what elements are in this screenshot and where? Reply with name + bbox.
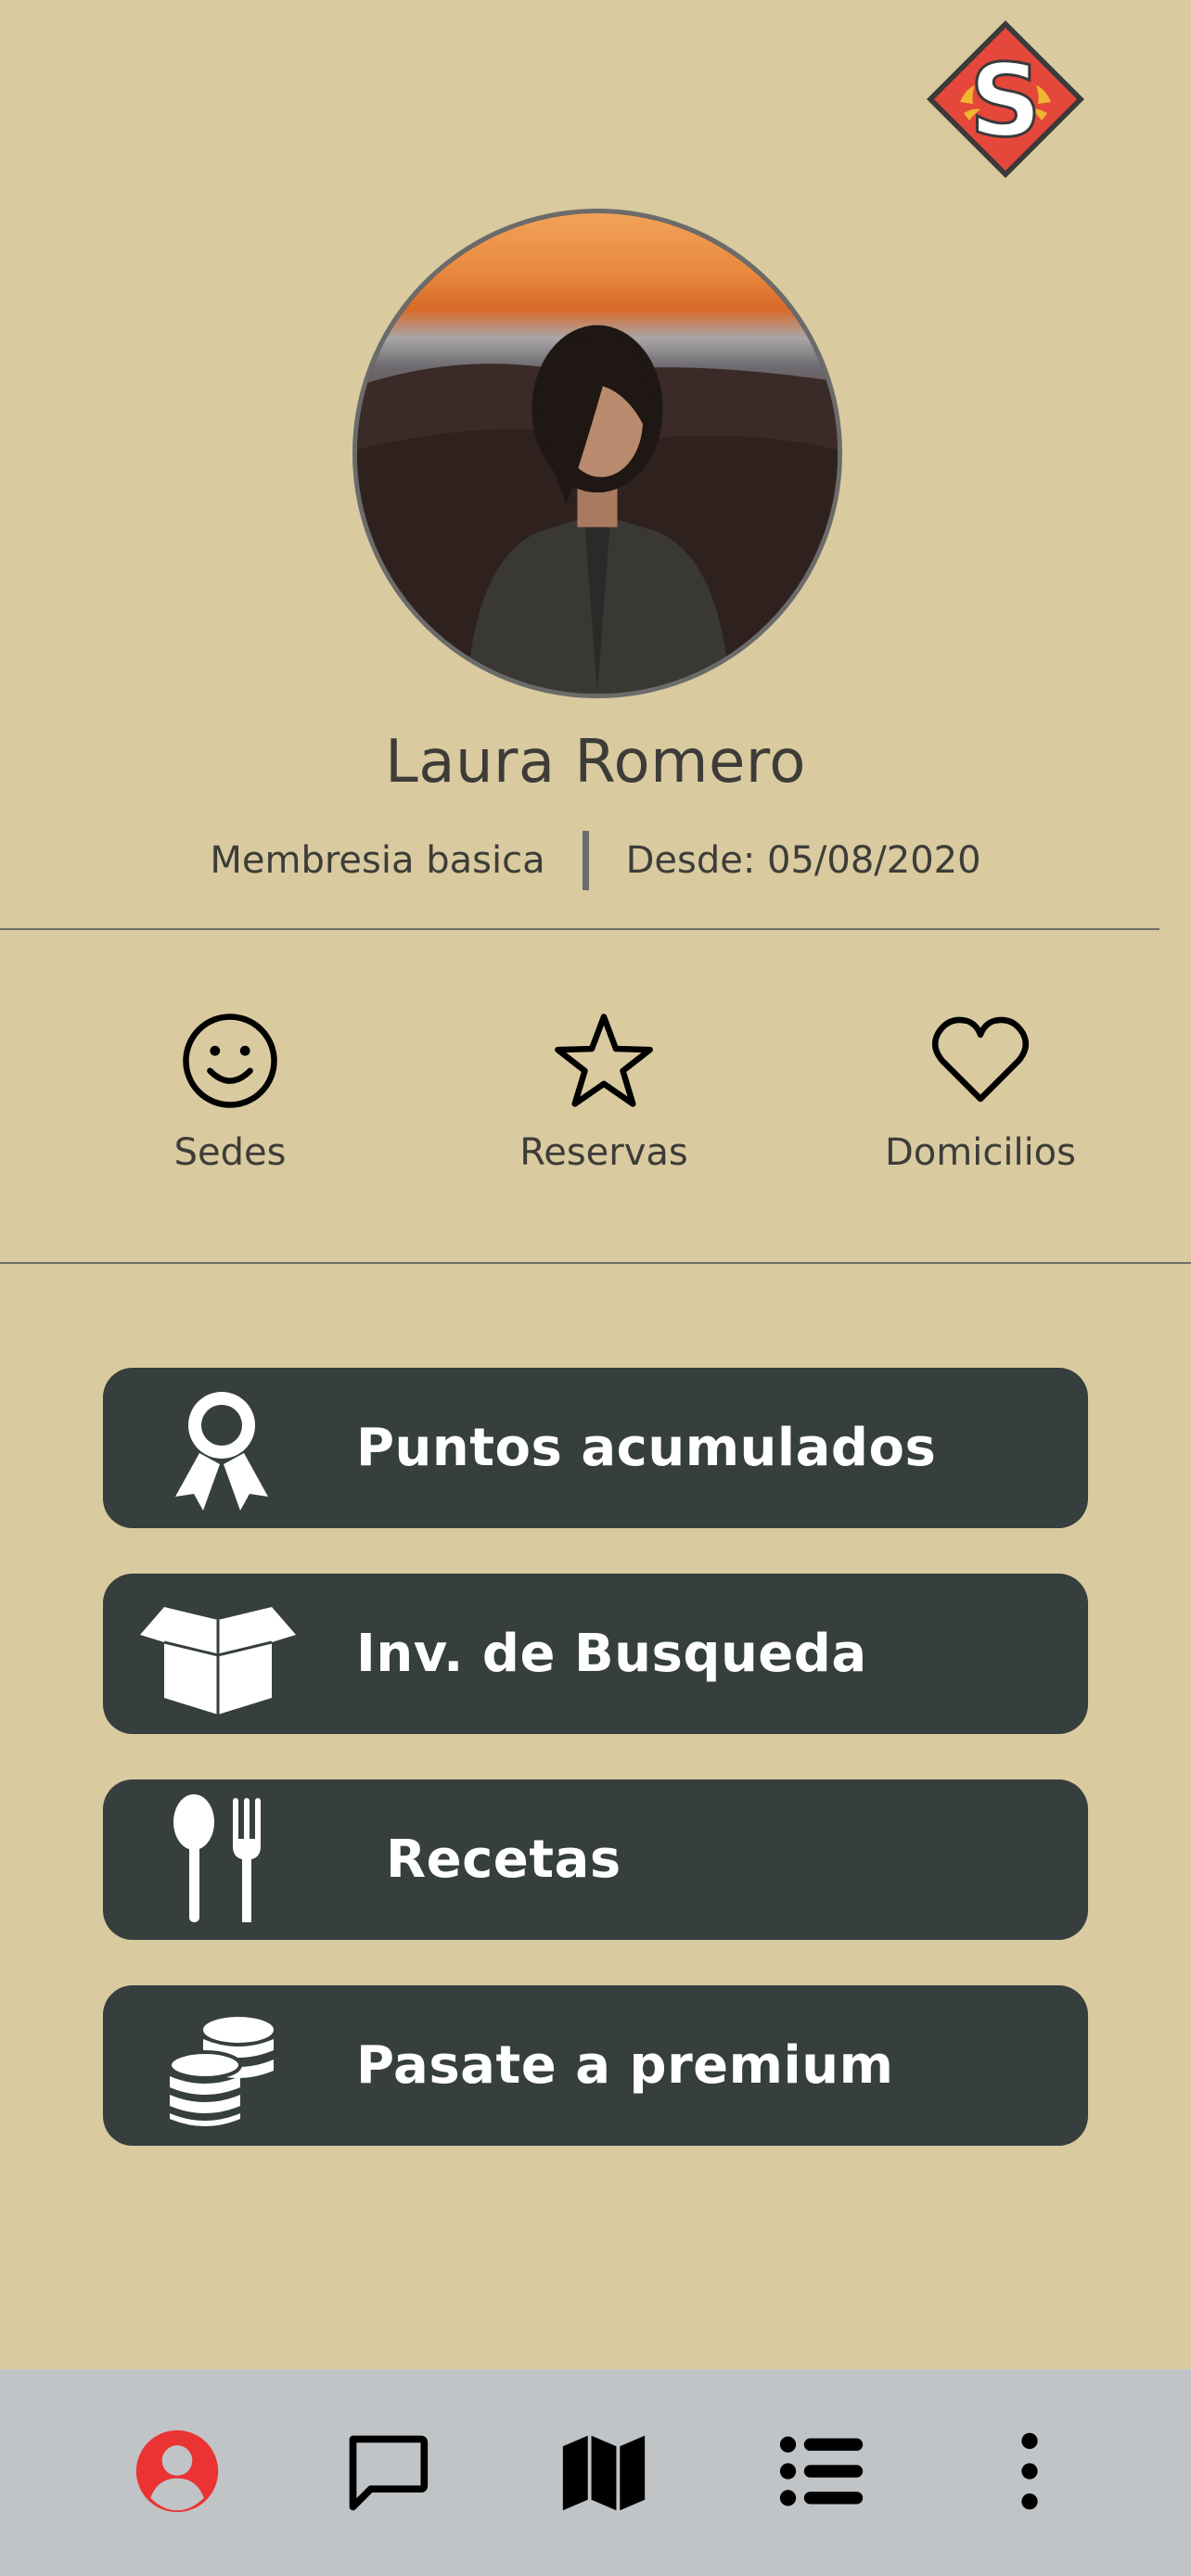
heart-icon xyxy=(931,1016,1030,1103)
svg-text:S: S xyxy=(969,44,1042,159)
map-icon xyxy=(562,2435,646,2511)
quick-action-label: Reservas xyxy=(519,1131,688,1174)
recetas-button[interactable]: Recetas xyxy=(103,1779,1088,1940)
bottom-navigation xyxy=(0,2369,1191,2576)
menu-label: Puntos acumulados xyxy=(356,1418,937,1478)
meta-separator xyxy=(582,831,589,890)
nav-profile[interactable] xyxy=(122,2416,233,2527)
nav-more[interactable] xyxy=(974,2416,1085,2527)
user-name: Laura Romero xyxy=(385,728,806,797)
quick-action-label: Sedes xyxy=(173,1131,287,1174)
menu-label: Inv. de Busqueda xyxy=(356,1624,867,1684)
quick-action-label: Domicilios xyxy=(885,1131,1076,1174)
open-box-icon xyxy=(140,1607,296,1715)
premium-button[interactable]: Pasate a premium xyxy=(103,1985,1088,2146)
list-icon xyxy=(779,2436,864,2506)
brand-logo-icon: S xyxy=(927,20,1084,178)
quick-action-reservas[interactable]: Reservas xyxy=(465,1011,743,1196)
inventario-busqueda-button[interactable]: Inv. de Busqueda xyxy=(103,1574,1088,1734)
membership-level: Membresia basica xyxy=(210,839,545,882)
nav-chat[interactable] xyxy=(331,2416,442,2527)
quick-action-domicilios[interactable]: Domicilios xyxy=(841,1011,1120,1196)
profile-photo xyxy=(357,213,838,694)
menu-label: Recetas xyxy=(386,1830,621,1890)
chat-icon xyxy=(349,2435,429,2511)
star-icon xyxy=(555,1014,653,1107)
more-vertical-icon xyxy=(1021,2432,1038,2510)
quick-action-sedes[interactable]: Sedes xyxy=(91,1011,369,1196)
nav-list[interactable] xyxy=(766,2416,877,2527)
coins-icon xyxy=(168,2017,274,2126)
puntos-acumulados-button[interactable]: Puntos acumulados xyxy=(103,1368,1088,1528)
member-since: Desde: 05/08/2020 xyxy=(625,839,981,882)
profile-icon xyxy=(135,2429,219,2513)
smiley-icon xyxy=(183,1014,277,1108)
menu-label: Pasate a premium xyxy=(356,2035,894,2096)
avatar[interactable] xyxy=(352,209,842,698)
membership-info: Membresia basica Desde: 05/08/2020 xyxy=(0,828,1191,893)
award-ribbon-icon xyxy=(175,1392,268,1511)
divider-top xyxy=(0,928,1159,930)
brand-logo[interactable]: S xyxy=(923,17,1088,182)
divider-bottom xyxy=(0,1262,1191,1264)
spoon-fork-icon xyxy=(173,1794,261,1922)
nav-map[interactable] xyxy=(548,2416,660,2527)
